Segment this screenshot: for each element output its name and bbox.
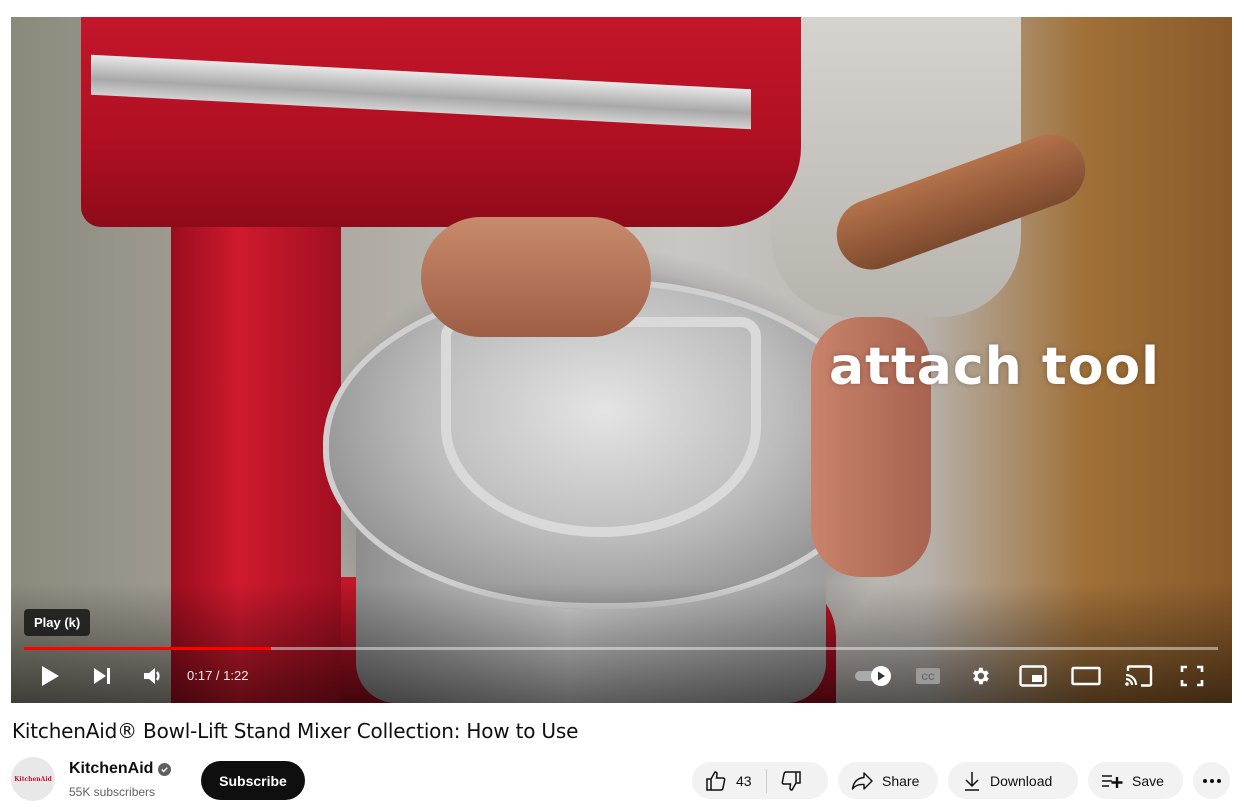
theater-icon xyxy=(1071,666,1101,686)
progress-bar[interactable] xyxy=(24,647,1218,650)
next-icon xyxy=(94,668,110,684)
like-count: 43 xyxy=(736,772,752,789)
share-button[interactable]: Share xyxy=(838,762,938,799)
save-to-playlist-icon xyxy=(1102,774,1123,788)
channel-avatar[interactable]: KitchenAid xyxy=(11,757,55,801)
more-horizontal-icon xyxy=(1202,778,1221,783)
verified-badge-icon xyxy=(158,762,172,776)
fullscreen-button[interactable] xyxy=(1177,661,1207,691)
like-dislike-group: 43 xyxy=(692,762,828,799)
share-label: Share xyxy=(882,772,920,789)
mute-button[interactable] xyxy=(139,661,169,691)
video-title: KitchenAid® Bowl-Lift Stand Mixer Collec… xyxy=(12,719,579,743)
play-button[interactable] xyxy=(35,661,65,691)
fullscreen-icon xyxy=(1180,665,1204,687)
like-divider xyxy=(765,768,767,793)
settings-button[interactable] xyxy=(965,661,995,691)
gear-icon xyxy=(973,667,989,685)
video-frame-hand xyxy=(421,217,651,337)
time-display: 0:17 / 1:22 xyxy=(187,668,249,683)
play-tooltip: Play (k) xyxy=(24,609,91,636)
play-icon xyxy=(42,666,59,686)
channel-name: KitchenAid xyxy=(69,760,154,777)
save-label: Save xyxy=(1132,772,1164,789)
miniplayer-button[interactable] xyxy=(1017,661,1049,691)
next-button[interactable] xyxy=(87,661,117,691)
theater-mode-button[interactable] xyxy=(1069,661,1103,691)
captions-button[interactable]: CC xyxy=(911,661,945,691)
volume-icon xyxy=(144,668,160,684)
cast-button[interactable] xyxy=(1123,661,1155,691)
thumbs-up-icon xyxy=(706,770,726,791)
video-caption-overlay: attach tool xyxy=(829,337,1160,397)
save-button[interactable]: Save xyxy=(1088,762,1183,799)
video-frame-beater xyxy=(441,317,761,537)
download-icon xyxy=(965,771,979,791)
cast-icon xyxy=(1125,665,1153,687)
dislike-button[interactable] xyxy=(779,769,803,793)
miniplayer-icon xyxy=(1019,665,1047,687)
progress-bar-fill xyxy=(24,647,272,650)
subscriber-count: 55K subscribers xyxy=(69,785,156,799)
download-label: Download xyxy=(990,772,1053,789)
thumbs-down-icon xyxy=(781,770,801,791)
subscribe-button[interactable]: Subscribe xyxy=(201,761,305,800)
download-button[interactable]: Download xyxy=(948,762,1078,799)
share-icon xyxy=(851,771,873,790)
like-button[interactable]: 43 xyxy=(704,769,752,793)
channel-name-link[interactable]: KitchenAid xyxy=(69,760,172,778)
autoplay-toggle[interactable] xyxy=(851,661,895,691)
captions-icon: CC xyxy=(916,668,940,684)
svg-text:CC: CC xyxy=(922,672,935,682)
video-player[interactable]: attach tool Play (k) 0:17 / 1:22 CC xyxy=(11,17,1232,703)
autoplay-toggle-icon xyxy=(855,666,891,686)
more-actions-button[interactable] xyxy=(1193,762,1230,799)
